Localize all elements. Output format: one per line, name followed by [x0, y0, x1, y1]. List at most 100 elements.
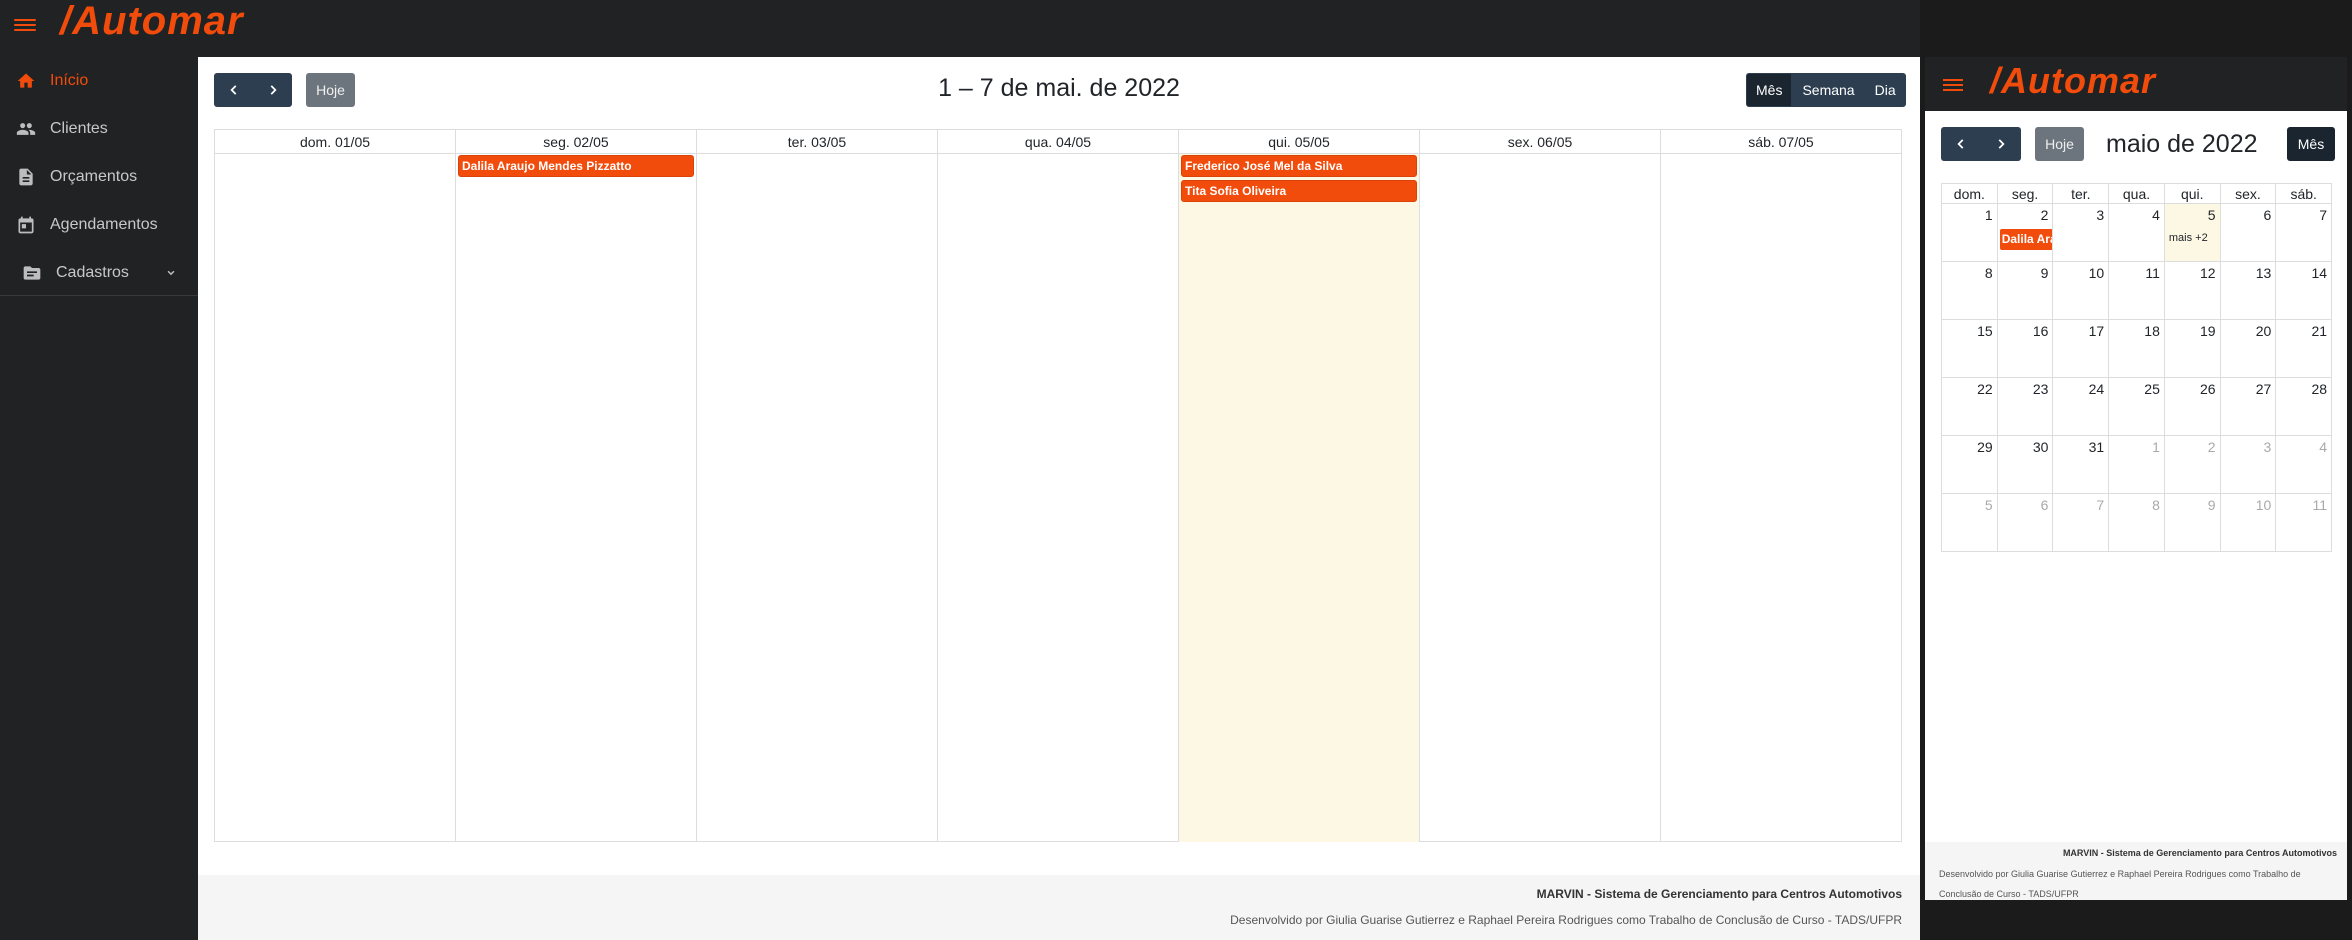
day-cell[interactable]: 2 [2165, 436, 2221, 493]
day-cell[interactable]: 14 [2276, 262, 2331, 319]
day-cell[interactable]: 23 [1998, 378, 2054, 435]
calendar-event[interactable]: Dalila Araujo Mendes Pizzatto [458, 155, 694, 177]
day-cell[interactable]: 17 [2053, 320, 2110, 377]
day-cell[interactable]: 11 [2276, 494, 2331, 552]
folder-icon [22, 263, 42, 283]
day-cell[interactable]: 31 [2053, 436, 2110, 493]
mobile-frame: /Automar Hoje maio de 2022 Mês dom. seg.… [1925, 57, 2347, 900]
sidebar-item-label: Clientes [50, 120, 108, 137]
chevron-down-icon[interactable] [164, 266, 178, 280]
day-cell[interactable]: 8 [1942, 262, 1998, 319]
weekday-header: ter. [2053, 184, 2110, 203]
calendar-title: 1 – 7 de mai. de 2022 [938, 74, 1180, 102]
footer: MARVIN - Sistema de Gerenciamento para C… [198, 875, 1920, 940]
calendar-event[interactable]: Dalila Ara [1999, 229, 2053, 250]
weekday-header: sáb. [2290, 186, 2317, 202]
calendar-event[interactable]: Frederico José Mel da Silva [1181, 155, 1417, 177]
day-cell[interactable]: 5 mais +2 [2164, 204, 2221, 261]
day-cell[interactable]: 26 [2165, 378, 2221, 435]
day-cell[interactable]: 6 [2221, 204, 2277, 261]
day-cell[interactable]: 7 [2276, 204, 2331, 261]
day-cell[interactable]: 27 [2221, 378, 2277, 435]
day-header: sex. 06/05 [1420, 130, 1661, 153]
day-cell[interactable]: 24 [2053, 378, 2110, 435]
day-cell[interactable]: 19 [2165, 320, 2221, 377]
day-cell[interactable]: 7 [2053, 494, 2110, 552]
chevron-left-icon [1957, 139, 1964, 149]
day-cell[interactable]: 2 Dalila Ara [1998, 204, 2054, 261]
day-number: 20 [2255, 323, 2272, 339]
more-events-link[interactable]: mais +2 [2169, 232, 2208, 244]
day-cell[interactable]: 1 [2109, 436, 2165, 493]
day-number: 10 [2255, 497, 2272, 513]
day-cell[interactable]: 20 [2221, 320, 2277, 377]
day-cell[interactable]: 15 [1942, 320, 1998, 377]
mobile-next-button[interactable] [1981, 127, 2021, 161]
sidebar-item-cadastros[interactable]: Cadastros [0, 249, 198, 297]
weekday-header: dom. [1942, 184, 1998, 203]
desktop-view: /Automar Início Clientes Orçamentos Agen… [0, 0, 1920, 940]
day-cell[interactable]: 16 [1998, 320, 2054, 377]
day-cell[interactable]: 12 [2165, 262, 2221, 319]
day-cell[interactable]: 4 [2109, 204, 2165, 261]
menu-icon[interactable] [14, 16, 36, 34]
day-cell[interactable]: 8 [2109, 494, 2165, 552]
day-number: 26 [2200, 381, 2216, 397]
day-cell[interactable]: 10 [2221, 494, 2277, 552]
mobile-today-button[interactable]: Hoje [2035, 127, 2084, 161]
week-row: 1 2 Dalila Ara 3 4 5 mais +2 6 7 [1942, 204, 2331, 262]
calendar-event[interactable]: Tita Sofia Oliveira [1181, 180, 1417, 202]
day-cell[interactable]: 28 [2276, 378, 2331, 435]
sidebar-item-orcamentos[interactable]: Orçamentos [0, 153, 198, 201]
day-cell[interactable]: 18 [2109, 320, 2165, 377]
day-column-today[interactable]: Frederico José Mel da Silva Tita Sofia O… [1179, 154, 1420, 842]
footer-title: MARVIN - Sistema de Gerenciamento para C… [1536, 887, 1902, 901]
day-header: qua. 04/05 [938, 130, 1179, 153]
month-grid: dom. seg. ter. qua. qui. sex. sáb. 1 2 Dal… [1941, 183, 2332, 552]
brand-logo[interactable]: /Automar [60, 0, 244, 42]
day-column[interactable] [1420, 154, 1661, 842]
day-cell[interactable]: 9 [2165, 494, 2221, 552]
day-cell[interactable]: 30 [1998, 436, 2054, 493]
day-number: 3 [2096, 207, 2105, 223]
mobile-view-month-button[interactable]: Mês [2287, 127, 2335, 161]
menu-icon[interactable] [1943, 76, 1963, 92]
day-number: 15 [1977, 323, 1993, 339]
day-cell[interactable]: 29 [1942, 436, 1998, 493]
day-cell[interactable]: 9 [1998, 262, 2054, 319]
view-week-button[interactable]: Semana [1792, 73, 1865, 107]
day-number: 6 [2040, 497, 2049, 513]
day-column[interactable] [215, 154, 456, 842]
view-day-button[interactable]: Dia [1864, 73, 1906, 107]
sidebar-item-agendamentos[interactable]: Agendamentos [0, 201, 198, 249]
day-number: 5 [2207, 207, 2216, 223]
day-cell[interactable]: 3 [2221, 436, 2277, 493]
mobile-prev-button[interactable] [1941, 127, 1981, 161]
day-column[interactable] [697, 154, 938, 842]
day-cell[interactable]: 25 [2109, 378, 2165, 435]
brand-logo[interactable]: /Automar [1990, 61, 2156, 101]
view-month-button[interactable]: Mês [1746, 73, 1793, 107]
day-cell[interactable]: 22 [1942, 378, 1998, 435]
day-cell[interactable]: 6 [1998, 494, 2054, 552]
day-cell[interactable]: 11 [2109, 262, 2165, 319]
day-cell[interactable]: 10 [2053, 262, 2110, 319]
day-cell[interactable]: 4 [2276, 436, 2331, 493]
sidebar-item-label: Início [50, 72, 89, 89]
day-number: 12 [2200, 265, 2216, 281]
day-column[interactable] [938, 154, 1179, 842]
day-header: dom. 01/05 [215, 130, 456, 153]
day-number: 19 [2200, 323, 2216, 339]
app-root: /Automar Início Clientes Orçamentos Agen… [0, 0, 2352, 940]
day-column[interactable]: Dalila Araujo Mendes Pizzatto [456, 154, 697, 842]
day-cell[interactable]: 13 [2221, 262, 2277, 319]
day-column[interactable] [1661, 154, 1901, 842]
day-cell[interactable]: 3 [2053, 204, 2110, 261]
day-cell[interactable]: 5 [1942, 494, 1998, 552]
day-number: 7 [2319, 207, 2328, 223]
sidebar-item-inicio[interactable]: Início [0, 57, 198, 105]
invoice-icon [16, 167, 36, 187]
day-cell[interactable]: 21 [2276, 320, 2331, 377]
day-cell[interactable]: 1 [1942, 204, 1998, 261]
sidebar-item-clientes[interactable]: Clientes [0, 105, 198, 153]
